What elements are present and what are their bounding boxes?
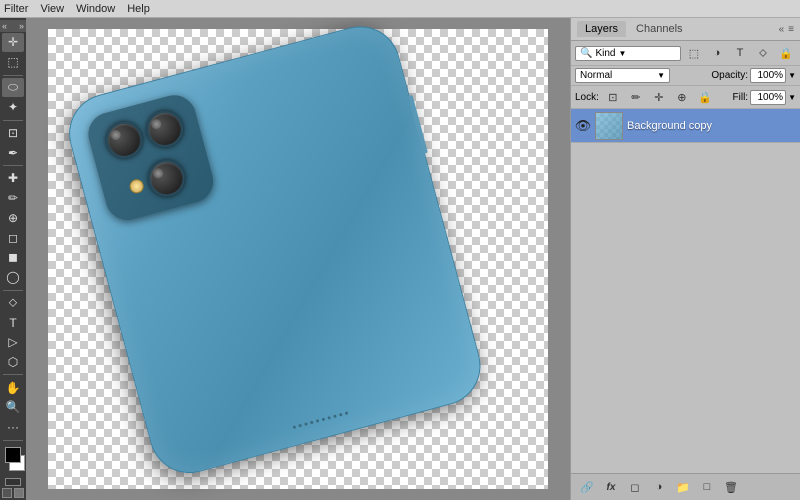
type-filter-btn[interactable]: T bbox=[730, 44, 750, 62]
collapse-right[interactable]: » bbox=[19, 21, 24, 31]
healing-tool[interactable]: ✚ bbox=[2, 169, 24, 188]
tool-separator-5 bbox=[3, 374, 23, 375]
lock-image-btn[interactable]: ✏ bbox=[626, 88, 646, 106]
smart-filter-btn[interactable]: 🔒 bbox=[776, 44, 796, 62]
lock-transparent-btn[interactable]: ⊡ bbox=[603, 88, 623, 106]
new-layer-btn[interactable]: □ bbox=[697, 478, 717, 496]
camera-lens-2 bbox=[143, 107, 187, 151]
side-button bbox=[409, 95, 428, 154]
kind-toolbar: 🔍 Kind ▼ ⬚ ◑ T ⬦ 🔒 bbox=[571, 41, 800, 66]
color-separator bbox=[3, 440, 23, 441]
blend-row: Normal ▼ Opacity: 100% ▼ bbox=[571, 66, 800, 86]
new-adjustment-btn[interactable]: ◑ bbox=[649, 478, 669, 496]
opacity-label: Opacity: bbox=[711, 70, 748, 81]
delete-layer-btn[interactable]: 🗑 bbox=[721, 478, 741, 496]
eyedropper-tool[interactable]: ✒ bbox=[2, 143, 24, 162]
panel-controls: « ≡ bbox=[779, 24, 794, 35]
layer-thumbnail bbox=[595, 112, 623, 140]
layer-item[interactable]: 👁 Background copy bbox=[571, 109, 800, 143]
camera-lens-3 bbox=[145, 156, 189, 200]
left-toolbar: « » ✛ ⬚ ⬭ ✦ ⊡ ✒ ✚ ✏ ⊕ ◻ ◼ ◯ ⬦ T ▷ ⬡ ✋ 🔍 … bbox=[0, 18, 26, 500]
tab-channels[interactable]: Channels bbox=[628, 21, 690, 37]
adjustment-filter-btn[interactable]: ◑ bbox=[707, 44, 727, 62]
tool-separator-2 bbox=[3, 120, 23, 121]
screen-mode-btn[interactable] bbox=[2, 488, 12, 498]
menu-view[interactable]: View bbox=[40, 3, 64, 15]
lock-artboard-btn[interactable]: ⊕ bbox=[672, 88, 692, 106]
screen-mode-btn2[interactable] bbox=[14, 488, 24, 498]
clone-tool[interactable]: ⊕ bbox=[2, 209, 24, 228]
quick-mask-btn[interactable] bbox=[5, 478, 21, 486]
shape-tool[interactable]: ⬡ bbox=[2, 353, 24, 372]
tab-layers[interactable]: Layers bbox=[577, 21, 626, 37]
canvas-area[interactable] bbox=[26, 18, 570, 500]
shape-filter-btn[interactable]: ⬦ bbox=[753, 44, 773, 62]
move-tool[interactable]: ✛ bbox=[2, 33, 24, 52]
blend-chevron: ▼ bbox=[657, 71, 665, 80]
magic-wand-tool[interactable]: ✦ bbox=[2, 98, 24, 117]
path-tool[interactable]: ▷ bbox=[2, 333, 24, 352]
tool-separator-4 bbox=[3, 290, 23, 291]
blend-mode-value: Normal bbox=[580, 70, 612, 81]
lock-row: Lock: ⊡ ✏ ✛ ⊕ 🔒 Fill: 100% ▼ bbox=[571, 86, 800, 109]
eraser-tool[interactable]: ◻ bbox=[2, 228, 24, 247]
kind-label: Kind bbox=[595, 48, 615, 59]
canvas-container bbox=[48, 29, 548, 489]
lock-all-btn[interactable]: 🔒 bbox=[695, 88, 715, 106]
dodge-tool[interactable]: ◯ bbox=[2, 268, 24, 287]
crop-tool[interactable]: ⊡ bbox=[2, 124, 24, 143]
lock-icons: ⊡ ✏ ✛ ⊕ 🔒 bbox=[603, 88, 715, 106]
layer-visibility-eye[interactable]: 👁 bbox=[575, 118, 591, 134]
marquee-tool[interactable]: ⬚ bbox=[2, 53, 24, 72]
collapse-panel-btn[interactable]: « bbox=[779, 24, 785, 35]
menu-help[interactable]: Help bbox=[127, 3, 150, 15]
foreground-color[interactable] bbox=[5, 447, 21, 463]
lock-position-btn[interactable]: ✛ bbox=[649, 88, 669, 106]
camera-lens-1 bbox=[102, 118, 146, 162]
lasso-tool[interactable]: ⬭ bbox=[2, 78, 24, 97]
lock-label: Lock: bbox=[575, 92, 599, 103]
layers-panel: Layers Channels « ≡ 🔍 Kind ▼ ⬚ ◑ T ⬦ 🔒 bbox=[570, 18, 800, 500]
blend-mode-select[interactable]: Normal ▼ bbox=[575, 68, 670, 83]
add-mask-btn[interactable]: ◻ bbox=[625, 478, 645, 496]
new-group-btn[interactable]: 📁 bbox=[673, 478, 693, 496]
fill-chevron[interactable]: ▼ bbox=[788, 93, 796, 102]
fill-label: Fill: bbox=[733, 92, 749, 103]
link-layers-btn[interactable]: 🔗 bbox=[577, 478, 597, 496]
tool-separator-1 bbox=[3, 75, 23, 76]
panel-menu-btn[interactable]: ≡ bbox=[788, 24, 794, 35]
gradient-tool[interactable]: ◼ bbox=[2, 248, 24, 267]
fill-row: Fill: 100% ▼ bbox=[733, 90, 796, 105]
opacity-chevron[interactable]: ▼ bbox=[788, 71, 796, 80]
layer-name: Background copy bbox=[627, 120, 712, 132]
color-picker[interactable]: ↕ bbox=[1, 447, 25, 473]
zoom-tool[interactable]: 🔍 bbox=[2, 398, 24, 417]
menu-window[interactable]: Window bbox=[76, 3, 115, 15]
opacity-row: Opacity: 100% ▼ bbox=[711, 68, 796, 83]
fx-button[interactable]: fx bbox=[601, 478, 621, 496]
pixel-filter-btn[interactable]: ⬚ bbox=[684, 44, 704, 62]
camera-module bbox=[83, 90, 218, 225]
hand-tool[interactable]: ✋ bbox=[2, 378, 24, 397]
search-icon: 🔍 bbox=[580, 48, 592, 59]
top-bar: Filter View Window Help bbox=[0, 0, 800, 18]
menu-filter[interactable]: Filter bbox=[4, 3, 28, 15]
brush-tool[interactable]: ✏ bbox=[2, 189, 24, 208]
toolbar-collapse: « » bbox=[0, 20, 26, 32]
panel-header: Layers Channels « ≡ bbox=[571, 18, 800, 41]
opacity-input[interactable]: 100% bbox=[750, 68, 786, 83]
panel-tabs: Layers Channels bbox=[577, 21, 691, 37]
kind-select[interactable]: 🔍 Kind ▼ bbox=[575, 46, 681, 61]
pen-tool[interactable]: ⬦ bbox=[2, 293, 24, 312]
type-tool[interactable]: T bbox=[2, 313, 24, 332]
more-tool[interactable]: ··· bbox=[2, 418, 24, 437]
tool-separator-3 bbox=[3, 165, 23, 166]
fill-input[interactable]: 100% bbox=[750, 90, 786, 105]
collapse-left[interactable]: « bbox=[2, 21, 7, 31]
panel-footer: 🔗 fx ◻ ◑ 📁 □ 🗑 bbox=[571, 473, 800, 500]
camera-flash bbox=[128, 178, 145, 195]
bottom-grill bbox=[293, 411, 349, 429]
layers-list: 👁 Background copy bbox=[571, 109, 800, 473]
kind-chevron: ▼ bbox=[618, 49, 626, 58]
